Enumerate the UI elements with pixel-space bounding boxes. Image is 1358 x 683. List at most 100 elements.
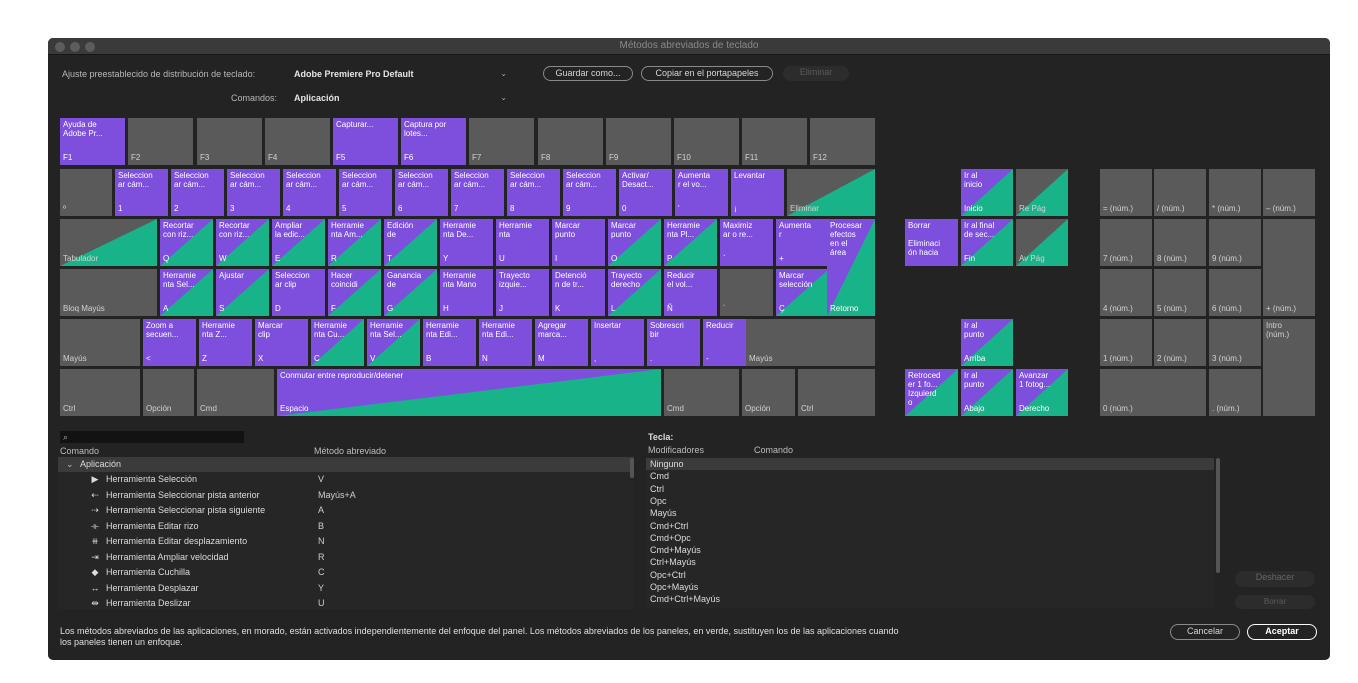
key-symbol[interactable]: Aumenta r +	[776, 219, 829, 266]
key-s[interactable]: Ajustar S	[216, 269, 269, 316]
modifier-row[interactable]: Ninguno	[650, 458, 750, 470]
key-a[interactable]: Herramie nta Sel... A	[160, 269, 213, 316]
command-shortcut[interactable]: N	[318, 534, 325, 549]
commands-dropdown[interactable]: Aplicación ⌄	[291, 89, 511, 106]
command-shortcut[interactable]: C	[318, 565, 325, 580]
key-num[interactable]: = (núm.)	[1100, 169, 1152, 216]
key-1[interactable]: Seleccion ar cám... 1	[115, 169, 168, 216]
key-f[interactable]: Hacer coincidi F	[328, 269, 381, 316]
save-as-button[interactable]: Guardar como...	[543, 66, 633, 81]
command-row[interactable]: ◆ Herramienta Cuchilla C	[58, 565, 634, 580]
key-cmd[interactable]: Cmd	[664, 369, 739, 416]
key-e[interactable]: Ampliar la edic... E	[272, 219, 325, 266]
key-f4[interactable]: F4	[265, 118, 330, 165]
command-shortcut[interactable]: Y	[318, 581, 324, 596]
command-row[interactable]: ⟛ Herramienta Editar rizo B	[58, 519, 634, 534]
key-f7[interactable]: F7	[469, 118, 534, 165]
key-borrar[interactable]: Borrar Eliminaci ón hacia	[905, 219, 958, 266]
key-2[interactable]: Seleccion ar cám... 2	[171, 169, 224, 216]
key-0[interactable]: Activar/ Desact... 0	[619, 169, 672, 216]
key-c[interactable]: Herramie nta Cu... C	[311, 319, 364, 366]
command-shortcut[interactable]: V	[318, 472, 324, 487]
key-9-num[interactable]: 9 (núm.)	[1209, 219, 1261, 266]
key-4-num[interactable]: 4 (núm.)	[1100, 269, 1152, 316]
key-8[interactable]: Seleccion ar cám... 8	[507, 169, 560, 216]
command-group-row[interactable]: ⌄ Aplicación	[58, 457, 634, 472]
command-shortcut[interactable]: R	[318, 550, 325, 565]
command-list-scrollbar[interactable]	[630, 458, 634, 478]
key-f11[interactable]: F11	[742, 118, 807, 165]
modifier-row[interactable]: Opc	[650, 495, 750, 507]
cancel-button[interactable]: Cancelar	[1170, 624, 1240, 640]
key-b[interactable]: Herramie nta Edi... B	[423, 319, 476, 366]
key-derecho[interactable]: Avanzar 1 fotog... Derecho	[1016, 369, 1068, 416]
key-p[interactable]: Herramie nta Pl... P	[664, 219, 717, 266]
modifier-row[interactable]: Mayús	[650, 507, 750, 519]
key-symbol[interactable]: ´	[720, 269, 773, 316]
key-o[interactable]: Marcar punto O	[608, 219, 661, 266]
key-f5[interactable]: Capturar... F5	[333, 118, 398, 165]
modifier-row[interactable]: Opc+Mayús	[650, 581, 750, 593]
key-opcion[interactable]: Opción	[143, 369, 194, 416]
key-f9[interactable]: F9	[606, 118, 671, 165]
key-5[interactable]: Seleccion ar cám... 5	[339, 169, 392, 216]
key-r[interactable]: Herramie nta Am... R	[328, 219, 381, 266]
key-f2[interactable]: F2	[128, 118, 193, 165]
key-retroced[interactable]: Retroced er 1 fo... Izquierd o	[905, 369, 958, 416]
key-k[interactable]: Detenció n de tr... K	[552, 269, 605, 316]
modifier-list-scrollbar[interactable]	[1216, 458, 1220, 573]
key-6-num[interactable]: 6 (núm.)	[1209, 269, 1261, 316]
key-m[interactable]: Agregar marca... M	[535, 319, 588, 366]
command-row[interactable]: ⇥ Herramienta Ampliar velocidad R	[58, 550, 634, 565]
command-row[interactable]: ▶ Herramienta Selección V	[58, 472, 634, 487]
key-w[interactable]: Recortar con riz... W	[216, 219, 269, 266]
command-shortcut[interactable]: A	[318, 503, 324, 518]
key-f1[interactable]: Ayuda de Adobe Pr... F1	[60, 118, 125, 165]
key-num[interactable]: + (núm.)	[1263, 219, 1315, 316]
key-3-num[interactable]: 3 (núm.)	[1209, 319, 1261, 366]
key-f12[interactable]: F12	[810, 118, 875, 165]
modifier-row[interactable]: Opc+Ctrl	[650, 569, 750, 581]
key-7-num[interactable]: 7 (núm.)	[1100, 219, 1152, 266]
key-symbol[interactable]: Maximiz ar o re... `	[720, 219, 773, 266]
copy-clipboard-button[interactable]: Copiar en el portapapeles	[641, 66, 773, 81]
key-mayus[interactable]: Mayús	[746, 319, 875, 366]
key-z[interactable]: Herramie nta Z... Z	[199, 319, 252, 366]
key-bloq-mayus[interactable]: Bloq Mayús	[60, 269, 157, 316]
modifier-row[interactable]: Cmd+Ctrl	[650, 520, 750, 532]
key-arriba[interactable]: Ir al punto Arriba	[961, 319, 1013, 366]
key-h[interactable]: Herramie nta Mano H	[440, 269, 493, 316]
key-f10[interactable]: F10	[674, 118, 739, 165]
key-av-pag[interactable]: Av Pág	[1016, 219, 1068, 266]
key-5-num[interactable]: 5 (núm.)	[1154, 269, 1206, 316]
key-opcion[interactable]: Opción	[742, 369, 795, 416]
key-2-num[interactable]: 2 (núm.)	[1154, 319, 1206, 366]
key-retorno[interactable]: Procesar efectos en el área Retorno	[827, 219, 875, 316]
key-y[interactable]: Herramie nta De... Y	[440, 219, 493, 266]
modifier-row[interactable]: Cmd+Mayús	[650, 544, 750, 556]
modifier-row[interactable]: Cmd	[650, 470, 750, 482]
key-u[interactable]: Herramie nta U	[496, 219, 549, 266]
modifier-row[interactable]: Ctrl	[650, 483, 750, 495]
key-1-num[interactable]: 1 (núm.)	[1100, 319, 1152, 366]
preset-dropdown[interactable]: Adobe Premiere Pro Default ⌄	[291, 65, 511, 82]
key-fin[interactable]: Ir al final de sec... Fin	[961, 219, 1013, 266]
key-espacio[interactable]: Conmutar entre reproducir/detener Espacio	[277, 369, 661, 416]
modifier-row[interactable]: Ctrl+Mayús	[650, 556, 750, 568]
key-9[interactable]: Seleccion ar cám... 9	[563, 169, 616, 216]
command-row[interactable]: ↔ Herramienta Desplazar Y	[58, 581, 634, 596]
key-re-pag[interactable]: Re Pág	[1016, 169, 1068, 216]
modifier-row[interactable]: Cmd+Opc	[650, 532, 750, 544]
key-abajo[interactable]: Ir al punto Abajo	[961, 369, 1013, 416]
command-shortcut[interactable]: U	[318, 596, 325, 609]
key-0-num[interactable]: 0 (núm.)	[1100, 369, 1206, 416]
key-g[interactable]: Ganancia de G	[384, 269, 437, 316]
key-3[interactable]: Seleccion ar cám... 3	[227, 169, 280, 216]
key-q[interactable]: Recortar con riz... Q	[160, 219, 213, 266]
key-num[interactable]: * (núm.)	[1209, 169, 1261, 216]
command-row[interactable]: ⇹ Herramienta Deslizar U	[58, 596, 634, 609]
command-row[interactable]: ⇠ Herramienta Seleccionar pista anterior M…	[58, 488, 634, 503]
key-symbol[interactable]: Levantar ¡	[731, 169, 784, 216]
key-symbol[interactable]: Aumenta r el vo... '	[675, 169, 728, 216]
key-7[interactable]: Seleccion ar cám... 7	[451, 169, 504, 216]
